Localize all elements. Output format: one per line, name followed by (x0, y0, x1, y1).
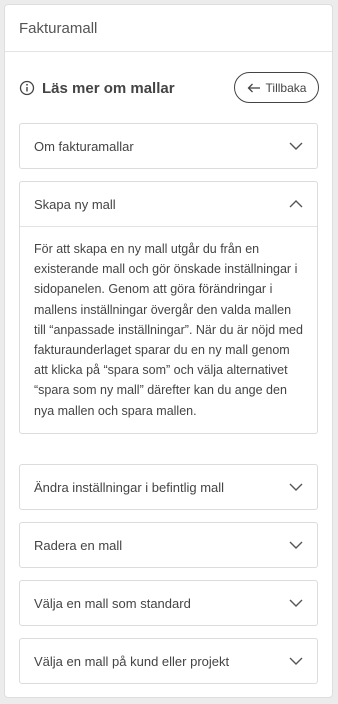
accordion-item-customer-project: Välja en mall på kund eller projekt (19, 638, 318, 684)
accordion-title: Välja en mall på kund eller projekt (34, 653, 230, 669)
accordion-item-about-templates: Om fakturamallar (19, 123, 318, 169)
chevron-down-icon (289, 142, 303, 150)
accordion-item-delete-template: Radera en mall (19, 522, 318, 568)
template-panel: Fakturamall Läs mer om mallar Tillbaka O… (4, 4, 333, 698)
accordion-header[interactable]: Radera en mall (20, 523, 317, 567)
accordion-body-text: För att skapa en ny mall utgår du från e… (20, 226, 317, 433)
accordion-item-create-template: Skapa ny mall För att skapa en ny mall u… (19, 181, 318, 434)
subheader-title: Läs mer om mallar (42, 79, 175, 97)
accordion-title: Om fakturamallar (34, 138, 134, 154)
chevron-down-icon (289, 483, 303, 491)
info-subheader: Läs mer om mallar Tillbaka (19, 72, 319, 103)
arrow-left-icon (247, 83, 260, 92)
chevron-down-icon (289, 599, 303, 607)
back-button-label: Tillbaka (265, 80, 307, 95)
accordion-title: Ändra inställningar i befintlig mall (34, 479, 225, 495)
accordion-header[interactable]: Välja en mall på kund eller projekt (20, 639, 317, 683)
panel-title: Fakturamall (5, 5, 332, 52)
accordion-title: Radera en mall (34, 537, 123, 553)
accordion-header[interactable]: Ändra inställningar i befintlig mall (20, 465, 317, 509)
chevron-down-icon (289, 541, 303, 549)
back-button[interactable]: Tillbaka (234, 72, 319, 103)
accordion-header[interactable]: Skapa ny mall (20, 182, 317, 226)
accordion-header[interactable]: Välja en mall som standard (20, 581, 317, 625)
accordion-title: Välja en mall som standard (34, 595, 191, 611)
accordion-item-edit-settings: Ändra inställningar i befintlig mall (19, 464, 318, 510)
accordion-title: Skapa ny mall (34, 196, 116, 212)
accordion-item-set-default: Välja en mall som standard (19, 580, 318, 626)
chevron-down-icon (289, 657, 303, 665)
accordion-header[interactable]: Om fakturamallar (20, 124, 317, 168)
info-icon (19, 80, 35, 96)
chevron-up-icon (289, 200, 303, 208)
